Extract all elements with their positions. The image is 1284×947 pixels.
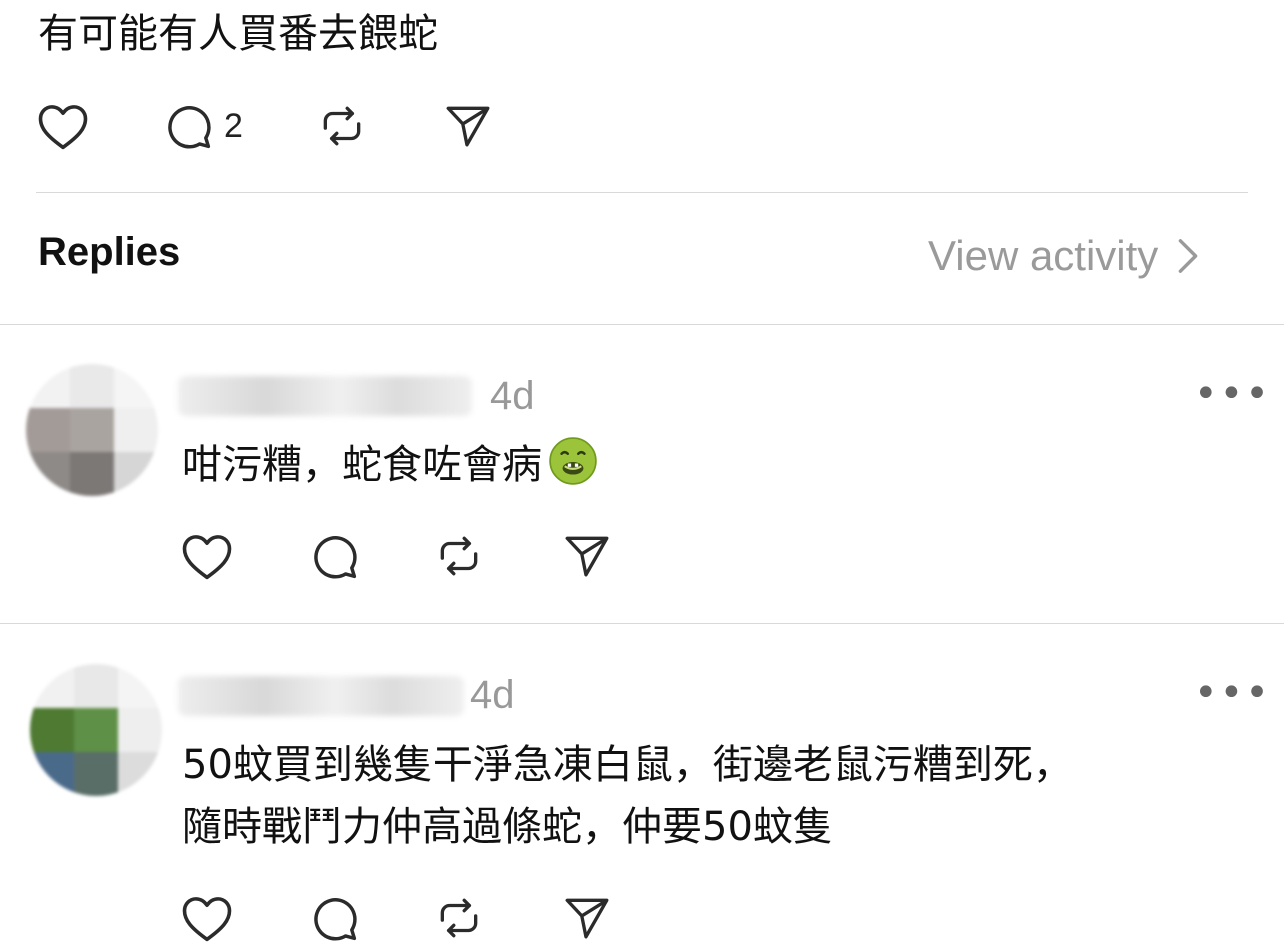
chevron-right-icon xyxy=(1179,239,1198,273)
send-icon xyxy=(565,536,609,577)
comment-bubble-icon xyxy=(168,106,211,149)
more-options-icon[interactable]: ••• xyxy=(1194,374,1271,414)
username[interactable] xyxy=(178,676,464,716)
send-icon xyxy=(446,106,490,147)
reply-action-bar xyxy=(180,892,612,944)
replies-heading: Replies xyxy=(38,230,181,274)
comment-button[interactable]: 2 xyxy=(162,100,243,152)
divider xyxy=(0,623,1284,624)
nauseated-face-emoji xyxy=(549,437,597,485)
heart-icon xyxy=(182,897,232,942)
divider xyxy=(0,324,1284,325)
share-button[interactable] xyxy=(443,101,493,151)
comment-bubble-icon xyxy=(314,898,357,941)
avatar[interactable] xyxy=(26,364,158,496)
repost-icon xyxy=(440,536,478,576)
repost-icon xyxy=(440,898,478,938)
view-activity-link[interactable]: View activity xyxy=(928,232,1200,280)
reply-text: 50蚊買到幾隻干淨急凍白鼠，街邊老鼠污糟到死， 隨時戰鬥力仲高過條蛇，仲要50蚊… xyxy=(182,734,1073,858)
share-button[interactable] xyxy=(562,531,612,581)
repost-button[interactable] xyxy=(317,101,367,151)
post-text: 有可能有人買番去餵蛇 xyxy=(38,11,438,57)
reply-text-content: 咁污糟，蛇食咗會病 xyxy=(182,442,542,488)
more-options-icon[interactable]: ••• xyxy=(1194,673,1271,713)
comment-button[interactable] xyxy=(308,892,360,944)
like-button[interactable] xyxy=(36,101,90,151)
reply-text: 咁污糟，蛇食咗會病 xyxy=(182,434,598,496)
comment-bubble-icon xyxy=(314,536,357,579)
send-icon xyxy=(565,898,609,939)
timestamp: 4d xyxy=(490,374,535,418)
post-action-bar: 2 xyxy=(36,100,493,152)
comment-button[interactable] xyxy=(308,530,360,582)
repost-button[interactable] xyxy=(434,893,484,943)
reply-text-line: 50蚊買到幾隻干淨急凍白鼠，街邊老鼠污糟到死， xyxy=(182,742,1073,788)
repost-button[interactable] xyxy=(434,531,484,581)
divider xyxy=(36,192,1248,193)
heart-icon xyxy=(38,105,88,150)
view-activity-label: View activity xyxy=(928,232,1159,279)
reply-action-bar xyxy=(180,530,612,582)
reply-text-line: 隨時戰鬥力仲高過條蛇，仲要50蚊隻 xyxy=(182,804,833,850)
like-button[interactable] xyxy=(180,893,234,943)
username[interactable] xyxy=(178,376,472,416)
timestamp: 4d xyxy=(470,673,515,717)
repost-icon xyxy=(323,106,361,146)
share-button[interactable] xyxy=(562,893,612,943)
reply-count: 2 xyxy=(224,106,243,145)
like-button[interactable] xyxy=(180,531,234,581)
avatar[interactable] xyxy=(30,664,162,796)
heart-icon xyxy=(182,535,232,580)
